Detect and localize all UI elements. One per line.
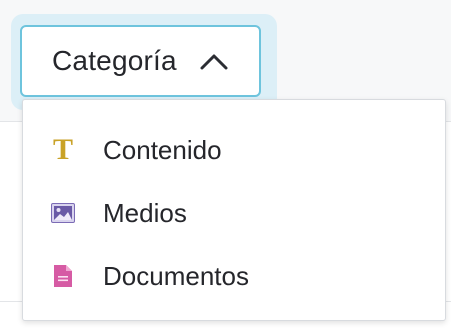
document-icon bbox=[51, 264, 75, 288]
text-icon-glyph: T bbox=[52, 133, 73, 166]
menu-item-label: Documentos bbox=[103, 260, 249, 291]
menu-item-label: Medios bbox=[103, 197, 187, 228]
text-icon: T bbox=[51, 133, 75, 166]
menu-item-medios[interactable]: Medios bbox=[23, 183, 445, 243]
menu-item-documentos[interactable]: Documentos bbox=[23, 246, 445, 306]
category-filter-button[interactable]: Categoría bbox=[20, 25, 261, 97]
menu-item-contenido[interactable]: T Contenido bbox=[23, 120, 445, 180]
image-icon bbox=[51, 201, 75, 225]
category-filter-label: Categoría bbox=[52, 45, 177, 76]
menu-item-label: Contenido bbox=[103, 134, 222, 165]
category-dropdown-menu: T Contenido Medios Documentos bbox=[22, 99, 446, 321]
chevron-up-icon bbox=[199, 51, 229, 71]
page: Categoría T Contenido Medios Documentos bbox=[0, 0, 451, 331]
